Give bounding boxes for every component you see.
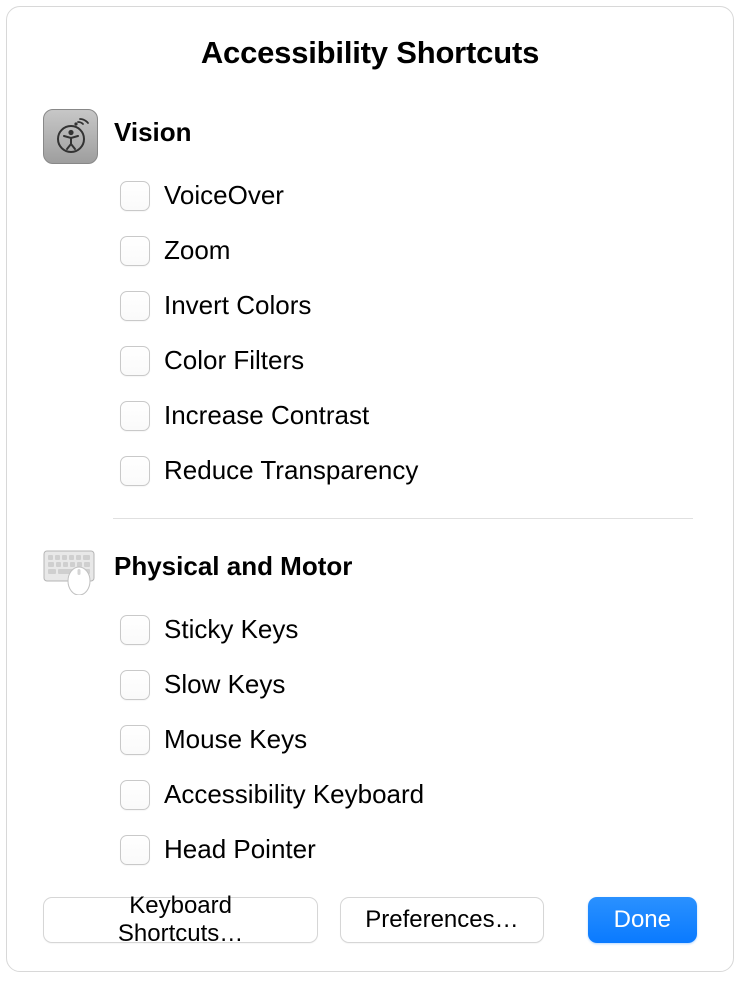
option-sticky-keys[interactable]: Sticky Keys — [114, 602, 693, 657]
footer-buttons: Keyboard Shortcuts… Preferences… Done — [43, 897, 697, 943]
option-label: Invert Colors — [164, 290, 311, 321]
checkbox-invert-colors[interactable] — [120, 291, 150, 321]
option-voiceover[interactable]: VoiceOver — [114, 168, 693, 223]
accessibility-icon — [43, 109, 98, 164]
option-label: Head Pointer — [164, 834, 316, 865]
option-label: Slow Keys — [164, 669, 285, 700]
checkbox-reduce-transparency[interactable] — [120, 456, 150, 486]
checkbox-increase-contrast[interactable] — [120, 401, 150, 431]
option-label: Zoom — [164, 235, 230, 266]
section-vision: Vision VoiceOver Zoom Invert Colors — [43, 109, 693, 498]
checkbox-sticky-keys[interactable] — [120, 615, 150, 645]
option-label: Sticky Keys — [164, 614, 298, 645]
option-label: VoiceOver — [164, 180, 284, 211]
option-label: Increase Contrast — [164, 400, 369, 431]
checkbox-mouse-keys[interactable] — [120, 725, 150, 755]
keyboard-shortcuts-button[interactable]: Keyboard Shortcuts… — [43, 897, 318, 943]
option-color-filters[interactable]: Color Filters — [114, 333, 693, 388]
option-increase-contrast[interactable]: Increase Contrast — [114, 388, 693, 443]
checkbox-color-filters[interactable] — [120, 346, 150, 376]
checkbox-accessibility-keyboard[interactable] — [120, 780, 150, 810]
checkbox-head-pointer[interactable] — [120, 835, 150, 865]
option-label: Reduce Transparency — [164, 455, 418, 486]
option-reduce-transparency[interactable]: Reduce Transparency — [114, 443, 693, 498]
accessibility-shortcuts-panel: Accessibility Shortcuts Vision — [6, 6, 734, 972]
section-title-physical-motor: Physical and Motor — [114, 551, 693, 582]
page-title: Accessibility Shortcuts — [43, 35, 697, 71]
preferences-button[interactable]: Preferences… — [340, 897, 543, 943]
option-invert-colors[interactable]: Invert Colors — [114, 278, 693, 333]
section-title-vision: Vision — [114, 117, 693, 148]
option-slow-keys[interactable]: Slow Keys — [114, 657, 693, 712]
done-button[interactable]: Done — [588, 897, 697, 943]
options-content: Vision VoiceOver Zoom Invert Colors — [43, 109, 697, 879]
section-physical-motor: Physical and Motor Sticky Keys Slow Keys… — [43, 543, 693, 877]
section-divider — [113, 518, 693, 519]
option-mouse-keys[interactable]: Mouse Keys — [114, 712, 693, 767]
option-head-pointer[interactable]: Head Pointer — [114, 822, 693, 877]
option-zoom[interactable]: Zoom — [114, 223, 693, 278]
option-label: Color Filters — [164, 345, 304, 376]
checkbox-voiceover[interactable] — [120, 181, 150, 211]
option-label: Mouse Keys — [164, 724, 307, 755]
option-accessibility-keyboard[interactable]: Accessibility Keyboard — [114, 767, 693, 822]
keyboard-mouse-icon — [43, 543, 98, 598]
checkbox-slow-keys[interactable] — [120, 670, 150, 700]
option-label: Accessibility Keyboard — [164, 779, 424, 810]
checkbox-zoom[interactable] — [120, 236, 150, 266]
